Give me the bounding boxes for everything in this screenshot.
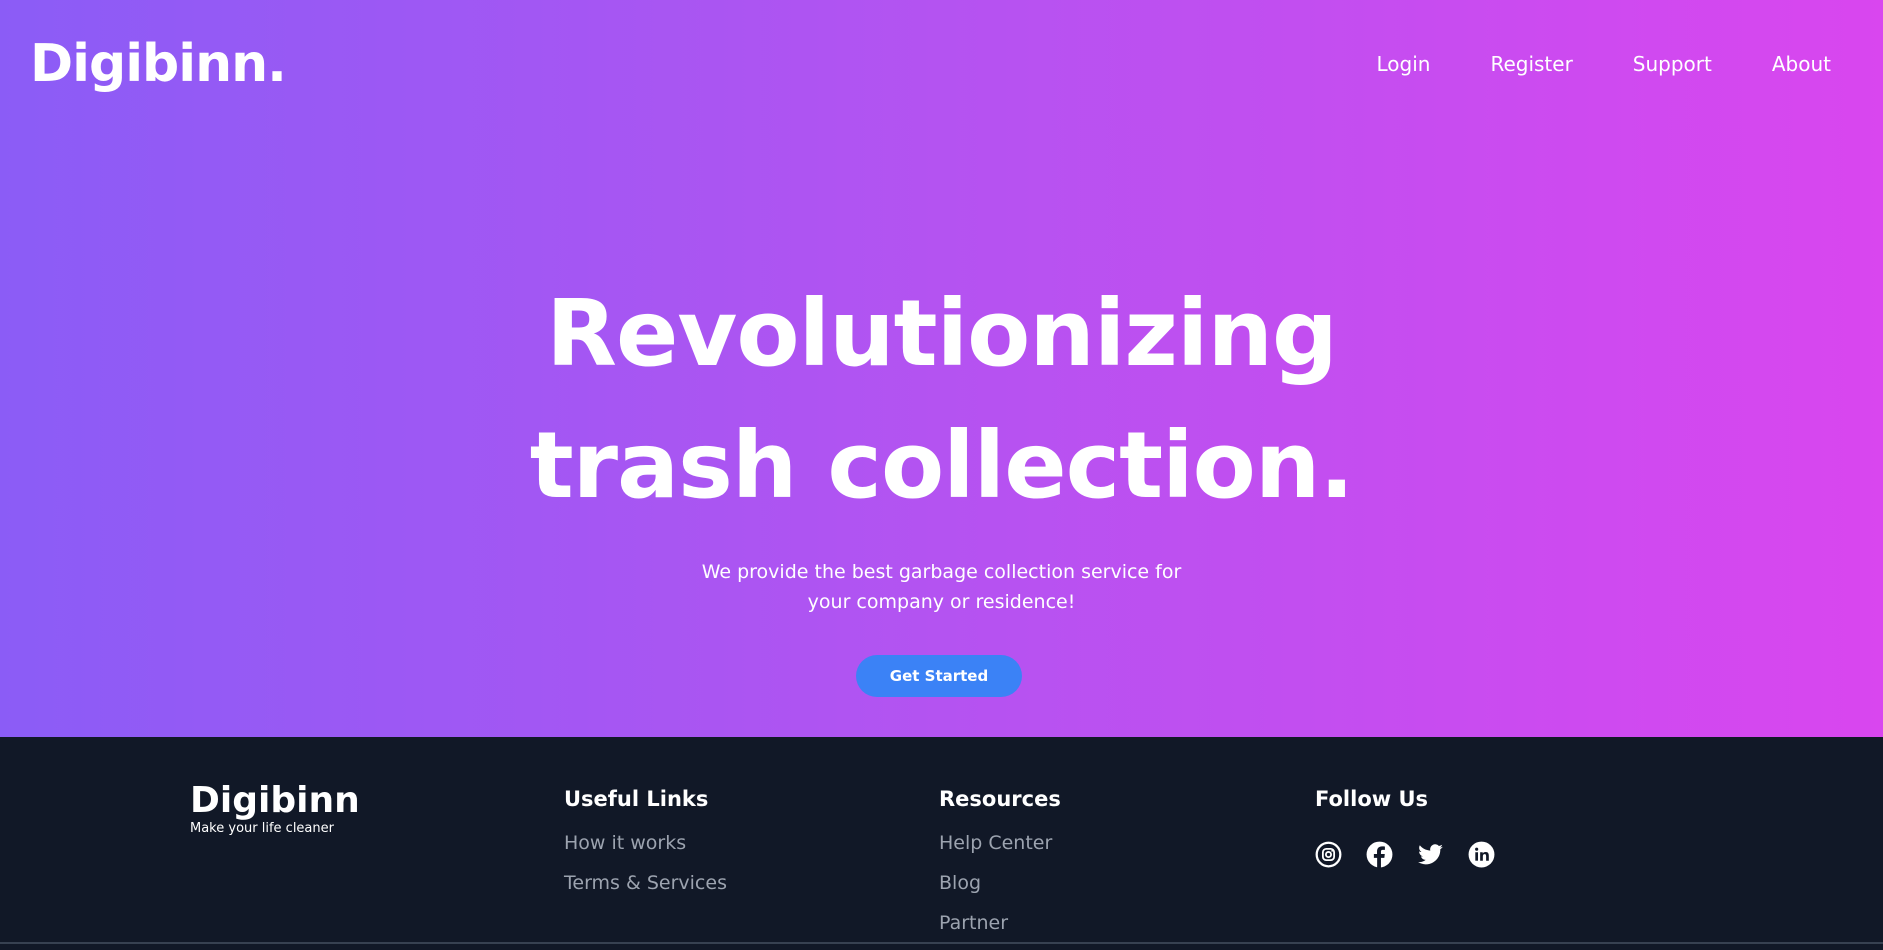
logo[interactable]: Digibinn. bbox=[30, 34, 287, 94]
hero-title: Revolutionizing trash collection. bbox=[0, 268, 1883, 532]
twitter-icon[interactable] bbox=[1417, 841, 1444, 868]
link-blog[interactable]: Blog bbox=[939, 871, 1061, 895]
instagram-icon[interactable] bbox=[1315, 841, 1342, 868]
footer: Digibinn Make your life cleaner Useful L… bbox=[0, 737, 1883, 950]
resources-col: Resources Help Center Blog Partner bbox=[939, 779, 1061, 935]
useful-links-col: Useful Links How it works Terms & Servic… bbox=[564, 779, 727, 895]
footer-tagline: Make your life cleaner bbox=[190, 821, 334, 836]
nav-support[interactable]: Support bbox=[1633, 52, 1712, 76]
useful-links-heading: Useful Links bbox=[564, 787, 709, 811]
title-line-1: Revolutionizing bbox=[546, 280, 1338, 387]
get-started-button[interactable]: Get Started bbox=[856, 655, 1022, 697]
link-terms[interactable]: Terms & Services bbox=[564, 871, 727, 895]
follow-col: Follow Us bbox=[1315, 779, 1495, 868]
main-nav: Login Register Support About bbox=[1376, 52, 1831, 76]
link-help-center[interactable]: Help Center bbox=[939, 831, 1061, 855]
facebook-icon[interactable] bbox=[1366, 841, 1393, 868]
nav-login[interactable]: Login bbox=[1376, 52, 1430, 76]
footer-divider bbox=[0, 942, 1883, 944]
hero-section: Digibinn. Login Register Support About R… bbox=[0, 0, 1883, 737]
link-how-it-works[interactable]: How it works bbox=[564, 831, 727, 855]
subtitle-line-1: We provide the best garbage collection s… bbox=[701, 561, 1182, 583]
follow-heading: Follow Us bbox=[1315, 787, 1429, 811]
linkedin-icon[interactable] bbox=[1468, 841, 1495, 868]
hero-subtitle: We provide the best garbage collection s… bbox=[0, 557, 1883, 617]
footer-brand: Digibinn bbox=[190, 780, 360, 821]
link-partner[interactable]: Partner bbox=[939, 911, 1061, 935]
nav-register[interactable]: Register bbox=[1490, 52, 1572, 76]
footer-brand-col: Digibinn Make your life cleaner bbox=[190, 780, 360, 837]
nav-about[interactable]: About bbox=[1772, 52, 1831, 76]
subtitle-line-2: your company or residence! bbox=[807, 591, 1076, 613]
resources-heading: Resources bbox=[939, 787, 1061, 811]
title-line-2: trash collection. bbox=[529, 412, 1355, 519]
